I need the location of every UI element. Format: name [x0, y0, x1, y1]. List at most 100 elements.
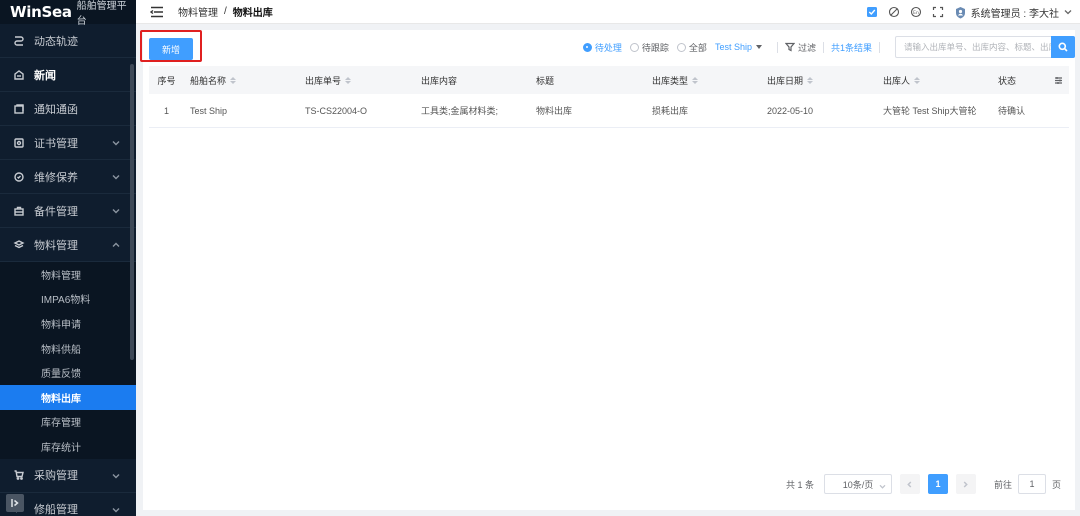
column-header-title: 标题	[536, 75, 555, 86]
next-page-button[interactable]	[955, 474, 976, 494]
radio-all[interactable]: 全部	[676, 41, 707, 54]
chevron-down-icon	[112, 505, 122, 515]
add-button-highlight: 新增	[140, 30, 202, 62]
sidebar: WinSea 船舶管理平台 动态轨迹 新闻 通知通函 证书管理 维修保养 备件管…	[0, 0, 136, 516]
radio-tracking[interactable]: 待跟踪	[629, 41, 669, 54]
chevron-down-icon	[112, 138, 122, 148]
chevron-down-icon	[112, 206, 122, 216]
prev-page-button[interactable]	[899, 474, 920, 494]
top-header: 物料管理 / 物料出库 En 系统管理员 : 李大社	[136, 0, 1080, 24]
briefcase-icon	[12, 204, 26, 218]
submenu-item-impa6[interactable]: IMPA6物料	[0, 287, 136, 312]
column-header-ship-name[interactable]: 船舶名称	[184, 66, 299, 94]
table-row[interactable]: 1 Test Ship TS-CS22004-O 工具类;金属材料类; 物料出库…	[149, 94, 1069, 128]
sort-icon[interactable]	[807, 76, 814, 84]
sidebar-item-materials[interactable]: 物料管理	[0, 228, 136, 262]
sidebar-item-label: 维修保养	[34, 171, 78, 184]
user-menu[interactable]: 系统管理员 : 李大社	[954, 5, 1072, 20]
submenu-item-inventory[interactable]: 库存管理	[0, 410, 136, 435]
sidebar-item-label: 新闻	[34, 69, 56, 82]
table-header: 序号 船舶名称 出库单号 出库内容 标题 出库类型 出库日期 出库人 状态	[149, 66, 1069, 94]
submenu-item-material-request[interactable]: 物料申请	[0, 311, 136, 336]
collapse-icon	[11, 499, 19, 507]
column-header-type[interactable]: 出库类型	[646, 66, 761, 94]
goto-suffix: 页	[1051, 479, 1061, 490]
sidebar-item-route[interactable]: 动态轨迹	[0, 24, 136, 58]
cell-title: 物料出库	[536, 106, 573, 116]
submenu-item-inventory-stats[interactable]: 库存统计	[0, 434, 136, 459]
page-number-current[interactable]: 1	[927, 474, 948, 494]
submenu-item-quality-feedback[interactable]: 质量反馈	[0, 360, 136, 385]
radio-label: 全部	[688, 42, 707, 53]
column-settings-icon[interactable]	[1047, 66, 1069, 94]
sort-icon[interactable]	[914, 76, 921, 84]
sort-icon[interactable]	[345, 76, 352, 84]
sidebar-item-spare-parts[interactable]: 备件管理	[0, 194, 136, 228]
chevron-right-icon	[964, 480, 969, 488]
sort-icon[interactable]	[230, 76, 237, 84]
cell-content: 工具类;金属材料类;	[421, 106, 499, 116]
sort-icon[interactable]	[692, 76, 699, 84]
submenu-item-material-supply[interactable]: 物料供船	[0, 336, 136, 361]
chevron-down-icon	[1064, 8, 1072, 16]
layers-icon	[12, 238, 26, 252]
radio-dot	[582, 42, 592, 52]
svg-text:En: En	[913, 10, 919, 16]
sidebar-item-label: 物料管理	[34, 239, 78, 252]
sidebar-item-certificate[interactable]: 证书管理	[0, 126, 136, 160]
logo: WinSea 船舶管理平台	[0, 0, 136, 27]
goto-page-input[interactable]: 1	[1017, 474, 1046, 494]
search-icon	[1058, 42, 1068, 52]
logo-text: WinSea	[10, 3, 72, 21]
radio-pending[interactable]: 待处理	[582, 41, 622, 54]
sidebar-item-label: 采购管理	[34, 470, 78, 483]
pagination: 共 1 条 10条/页 1 前往 1 页	[786, 474, 1061, 494]
divider	[822, 41, 824, 53]
breadcrumb-parent[interactable]: 物料管理	[178, 4, 218, 19]
sidebar-item-maintenance[interactable]: 维修保养	[0, 160, 136, 194]
sidebar-scrollbar[interactable]	[130, 64, 134, 360]
sidebar-item-purchase[interactable]: 采购管理	[0, 459, 136, 493]
cell-status: 待确认	[998, 106, 1026, 116]
no-location-icon[interactable]	[888, 6, 900, 18]
add-button[interactable]: 新增	[149, 38, 193, 60]
outbound-table: 序号 船舶名称 出库单号 出库内容 标题 出库类型 出库日期 出库人 状态 1 …	[149, 66, 1069, 128]
news-icon	[12, 68, 26, 82]
column-header-operator[interactable]: 出库人	[877, 66, 992, 94]
sidebar-item-notice[interactable]: 通知通函	[0, 92, 136, 126]
search-input[interactable]	[896, 42, 1052, 52]
total-results: 共1条结果	[830, 42, 872, 53]
sidebar-item-label: 动态轨迹	[34, 35, 78, 48]
column-header-outbound-no[interactable]: 出库单号	[299, 66, 415, 94]
breadcrumb: 物料管理 / 物料出库	[178, 4, 273, 19]
menu-toggle-icon[interactable]	[149, 6, 164, 18]
search-button[interactable]	[1051, 36, 1075, 58]
submenu-item-material-management[interactable]: 物料管理	[0, 262, 136, 287]
divider	[879, 41, 880, 53]
sidebar-item-news[interactable]: 新闻	[0, 58, 136, 92]
ship-select-value: Test Ship	[714, 42, 752, 52]
submenu-item-material-outbound[interactable]: 物料出库	[0, 384, 136, 410]
filter-button[interactable]: 过滤	[784, 41, 816, 54]
cell-outbound-no: TS-CS22004-O	[305, 105, 368, 116]
chevron-left-icon	[907, 480, 912, 488]
column-header-date[interactable]: 出库日期	[761, 66, 877, 94]
filter-label: 过滤	[797, 42, 816, 53]
language-icon[interactable]: En	[910, 6, 922, 18]
page-size-select[interactable]: 10条/页	[823, 474, 892, 494]
radio-label: 待跟踪	[641, 42, 669, 53]
cell-date: 2022-05-10	[767, 105, 814, 116]
radio-label: 待处理	[594, 42, 622, 53]
chevron-down-icon	[879, 482, 886, 489]
page-size-value: 10条/页	[842, 479, 874, 490]
sidebar-item-label: 修船管理	[34, 504, 78, 516]
filter-icon	[784, 42, 795, 52]
fullscreen-icon[interactable]	[932, 6, 944, 18]
collapse-sidebar-button[interactable]	[6, 494, 24, 512]
sidebar-item-label: 通知通函	[34, 103, 78, 116]
ship-select[interactable]: Test Ship	[715, 42, 762, 52]
radio-dot	[629, 42, 639, 52]
checkbox-icon[interactable]	[866, 6, 878, 18]
breadcrumb-current: 物料出库	[232, 8, 273, 19]
sidebar-item-label: 备件管理	[34, 205, 78, 218]
